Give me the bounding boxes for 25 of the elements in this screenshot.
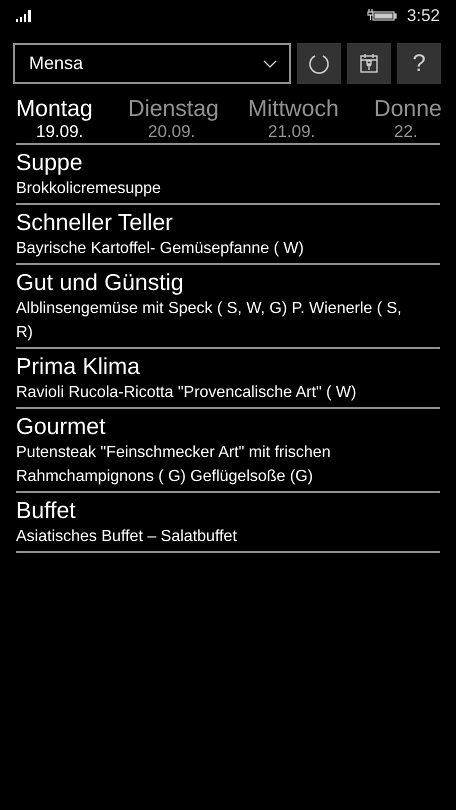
- dish-description: Asiatisches Buffet – Salatbuffet: [16, 527, 238, 547]
- day-tab[interactable]: Dienstag 20.09.: [128, 94, 248, 142]
- dish-description: Ravioli Rucola-Ricotta "Provencalische Art" ( W): [16, 383, 358, 403]
- day-tab[interactable]: Montag 19.09.: [16, 94, 128, 142]
- menu-category: Suppe: [16, 148, 84, 177]
- help-button[interactable]: ?: [397, 43, 441, 84]
- dish-description: Alblinsengemüse mit Speck ( S, W, G) P. Wienerle ( S, R): [16, 299, 403, 343]
- dish-description: Brokkolicremesuppe: [16, 179, 162, 199]
- dish-description: Bayrische Kartoffel- Gemüsepfanne ( W): [16, 239, 305, 259]
- menu-category: Gourmet: [16, 412, 106, 441]
- menu-category: Prima Klima: [16, 352, 141, 381]
- refresh-icon: [308, 52, 330, 74]
- refresh-button[interactable]: [297, 43, 341, 84]
- status-time: 3:52: [406, 6, 440, 26]
- day-tab[interactable]: Donne 22.: [374, 94, 454, 142]
- location-dropdown[interactable]: Mensa: [13, 43, 291, 84]
- day-tab[interactable]: Mittwoch 21.09.: [248, 94, 374, 142]
- calendar-icon: [359, 52, 379, 74]
- menu-category: Schneller Teller: [16, 208, 174, 237]
- signal-icon: [16, 10, 34, 22]
- calendar-button[interactable]: [347, 43, 391, 84]
- menu-category: Buffet: [16, 496, 77, 525]
- menu-category: Gut und Günstig: [16, 268, 184, 297]
- chevron-down-icon: [263, 60, 277, 68]
- dish-description: Putensteak "Feinschmecker Art" mit frischen Rahmchampignons ( G) Geflügelsoße (G): [16, 443, 332, 487]
